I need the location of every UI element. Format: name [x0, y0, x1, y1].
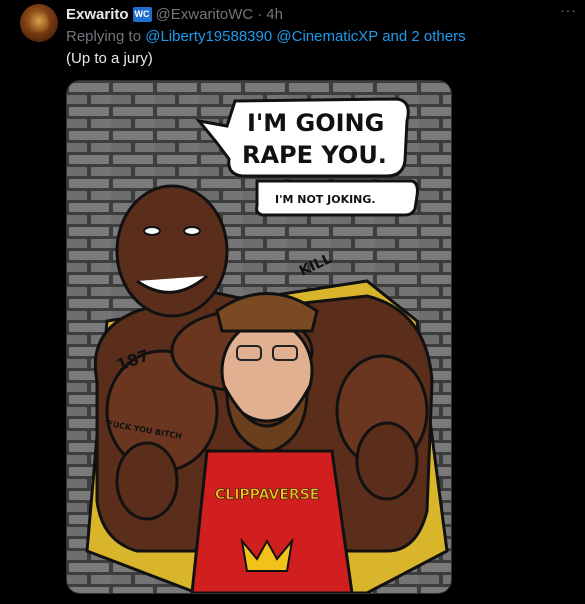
reply-others-link[interactable]: and 2 others [382, 28, 465, 45]
replying-to-line: Replying to @Liberty19588390 @CinematicX… [66, 28, 466, 45]
more-options-icon[interactable]: ··· [560, 2, 577, 18]
tweet-time[interactable]: 4h [266, 6, 283, 23]
author-avatar[interactable] [20, 4, 58, 42]
tweet-header: Exwarito WC @ExwaritoWC · 4h [66, 5, 283, 23]
reply-user-cinematic[interactable]: @CinematicXP [276, 28, 378, 45]
speech-line-1: I'M GOING [247, 109, 384, 137]
shirt-text: CLIPPAVERSE [215, 487, 319, 503]
separator-dot: · [257, 5, 263, 23]
reply-user-liberty[interactable]: @Liberty19588390 [145, 28, 272, 45]
wc-badge-icon: WC [132, 6, 152, 22]
author-handle[interactable]: @ExwaritoWC [156, 6, 254, 23]
tweet-image[interactable]: 187 KILL FUCK YOU BITCH CLIPPAVERSE I'M … [66, 80, 452, 594]
author-name[interactable]: Exwarito [66, 6, 129, 23]
speech-small: I'M NOT JOKING. [275, 193, 376, 206]
reply-prefix: Replying to [66, 28, 142, 45]
comic-illustration: 187 KILL FUCK YOU BITCH CLIPPAVERSE I'M … [67, 81, 451, 593]
tweet-text: (Up to a jury) [66, 50, 153, 67]
speech-line-2: RAPE YOU. [242, 141, 387, 169]
